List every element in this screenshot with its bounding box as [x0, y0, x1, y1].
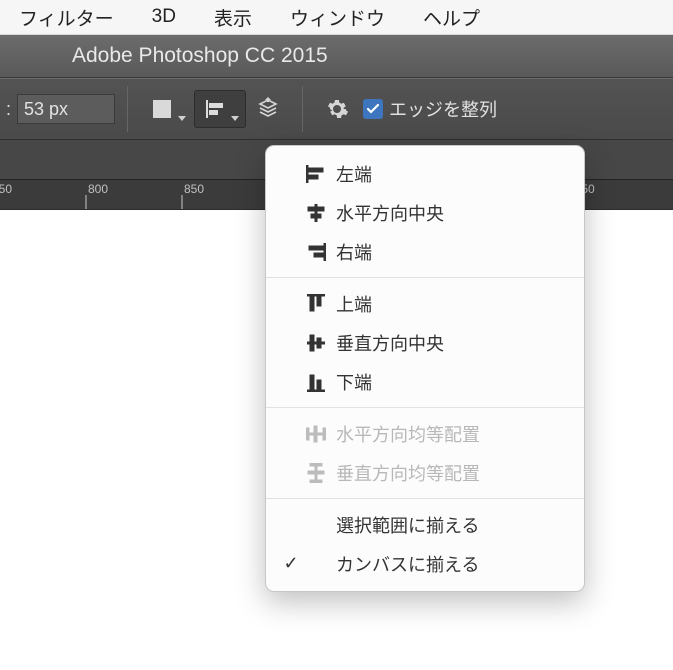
ruler-label: 850: [182, 180, 222, 209]
menu-item-label: カンバスに揃える: [336, 551, 479, 577]
menu-divider: [266, 498, 584, 499]
menu-item[interactable]: 選択範囲に揃える: [266, 505, 584, 544]
fill-swatch-button[interactable]: [140, 95, 194, 123]
options-toolbar: :: [0, 78, 673, 140]
align-left-icon: [302, 165, 330, 183]
menu-item[interactable]: 垂直方向中央: [266, 323, 584, 362]
menu-checkmark: ✓: [280, 553, 302, 574]
align-right-icon: [302, 243, 330, 261]
align-top-icon: [302, 294, 330, 314]
os-menubar: フィルター 3D 表示 ウィンドウ ヘルプ: [0, 0, 673, 35]
menu-item[interactable]: 下端: [266, 362, 584, 401]
fill-swatch-icon: [148, 95, 176, 123]
align-hcenter-icon: [302, 204, 330, 222]
dist-h-icon: [302, 425, 330, 443]
menu-item-label: 右端: [336, 239, 372, 265]
menu-item: 水平方向均等配置: [266, 414, 584, 453]
layers-arrange-icon: [254, 95, 282, 123]
menu-item-label: 上端: [336, 291, 372, 317]
menu-view[interactable]: 表示: [195, 4, 271, 31]
menu-item-label: 水平方向均等配置: [336, 421, 480, 447]
menu-3d[interactable]: 3D: [133, 6, 195, 28]
ruler-label: 750: [0, 180, 30, 209]
separator: [302, 86, 303, 132]
menu-item-label: 選択範囲に揃える: [336, 512, 479, 538]
align-left-icon: [201, 95, 229, 123]
chevron-down-icon: [178, 116, 186, 121]
app-titlebar: Adobe Photoshop CC 2015: [0, 35, 673, 78]
chevron-down-icon: [231, 116, 239, 121]
menu-item[interactable]: ✓ カンバスに揃える: [266, 544, 584, 583]
arrange-button[interactable]: [246, 95, 290, 123]
align-edges-checkbox[interactable]: エッジを整列: [359, 96, 505, 122]
align-edges-label: エッジを整列: [389, 96, 497, 122]
size-input[interactable]: [17, 94, 115, 124]
menu-divider: [266, 277, 584, 278]
ruler-label: 800: [86, 180, 126, 209]
menu-item-label: 左端: [336, 161, 372, 187]
align-vcenter-icon: [302, 333, 330, 353]
align-dropdown-menu[interactable]: 左端水平方向中央右端上端垂直方向中央下端水平方向均等配置垂直方向均等配置選択範囲…: [265, 145, 585, 592]
menu-window[interactable]: ウィンドウ: [271, 4, 404, 31]
separator: [127, 86, 128, 132]
app-title: Adobe Photoshop CC 2015: [72, 44, 328, 68]
align-bottom-icon: [302, 372, 330, 392]
menu-filter[interactable]: フィルター: [0, 4, 133, 31]
settings-button[interactable]: [315, 95, 359, 123]
menu-item[interactable]: 水平方向中央: [266, 193, 584, 232]
menu-help[interactable]: ヘルプ: [404, 4, 499, 31]
menu-divider: [266, 407, 584, 408]
menu-item-label: 垂直方向均等配置: [336, 460, 480, 486]
field-prefix: :: [0, 99, 17, 120]
menu-item-label: 下端: [336, 369, 372, 395]
menu-item[interactable]: 上端: [266, 284, 584, 323]
menu-item: 垂直方向均等配置: [266, 453, 584, 492]
menu-item-label: 水平方向中央: [336, 200, 444, 226]
dist-v-icon: [302, 463, 330, 483]
gear-icon: [323, 95, 351, 123]
menu-item[interactable]: 左端: [266, 154, 584, 193]
checkbox-checked-icon: [363, 99, 383, 119]
menu-item[interactable]: 右端: [266, 232, 584, 271]
align-button[interactable]: [194, 90, 246, 128]
menu-item-label: 垂直方向中央: [336, 330, 444, 356]
